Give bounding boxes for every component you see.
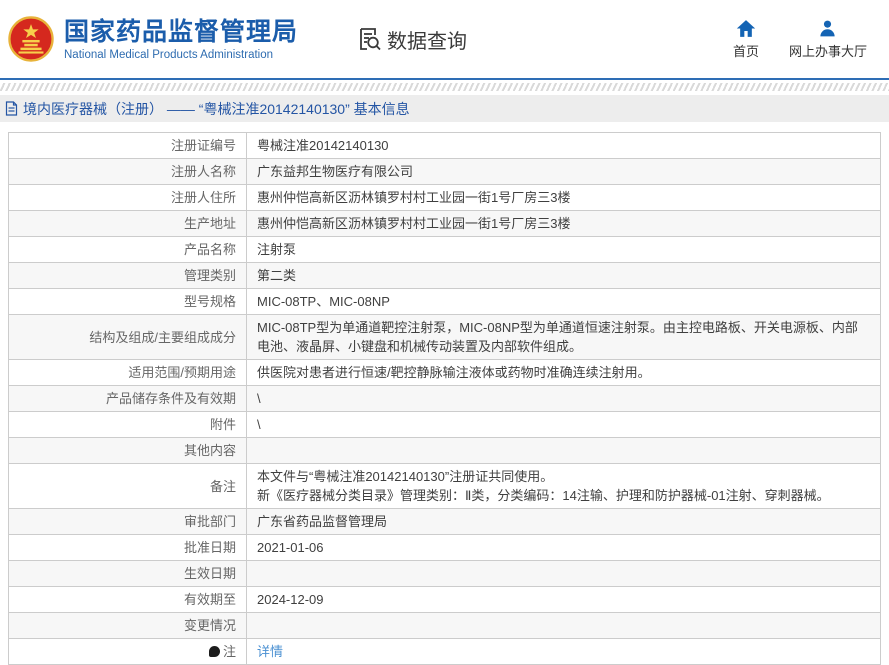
note-dot-icon: [209, 646, 220, 657]
nav-service-hall[interactable]: 网上办事大厅: [789, 19, 867, 60]
table-row: 生产地址 惠州仲恺高新区沥林镇罗村村工业园一街1号厂房三3楼: [9, 211, 881, 237]
site-header: 国家药品监督管理局 National Medical Products Admi…: [0, 0, 889, 78]
breadcrumb: 境内医疗器械（注册） —— “粤械注准20142140130” 基本信息: [0, 95, 889, 122]
row-label: 管理类别: [9, 263, 247, 289]
row-label: 生产地址: [9, 211, 247, 237]
row-label: 有效期至: [9, 587, 247, 613]
table-row: 变更情况: [9, 613, 881, 639]
row-label: 产品储存条件及有效期: [9, 386, 247, 412]
row-label: 型号规格: [9, 289, 247, 315]
row-value: 惠州仲恺高新区沥林镇罗村村工业园一街1号厂房三3楼: [247, 185, 881, 211]
table-row: 备注 本文件与“粤械注准20142140130”注册证共同使用。新《医疗器械分类…: [9, 464, 881, 509]
row-label: 变更情况: [9, 613, 247, 639]
table-row: 其他内容: [9, 438, 881, 464]
row-value: 本文件与“粤械注准20142140130”注册证共同使用。新《医疗器械分类目录》…: [247, 464, 881, 509]
row-label: 审批部门: [9, 509, 247, 535]
row-value: 供医院对患者进行恒速/靶控静脉输注液体或药物时准确连续注射用。: [247, 360, 881, 386]
row-value: 广东省药品监督管理局: [247, 509, 881, 535]
table-row: 管理类别 第二类: [9, 263, 881, 289]
data-query-label: 数据查询: [387, 25, 467, 54]
row-label: 适用范围/预期用途: [9, 360, 247, 386]
table-row: 注册人名称 广东益邦生物医疗有限公司: [9, 159, 881, 185]
row-value: [247, 438, 881, 464]
row-label: 结构及组成/主要组成成分: [9, 315, 247, 360]
table-row: 生效日期: [9, 561, 881, 587]
row-value: MIC-08TP、MIC-08NP: [247, 289, 881, 315]
row-label: 注: [9, 639, 247, 665]
row-label: 批准日期: [9, 535, 247, 561]
table-row: 注册证编号 粤械注准20142140130: [9, 133, 881, 159]
site-logo[interactable]: 国家药品监督管理局 National Medical Products Admi…: [8, 16, 298, 62]
table-row: 型号规格 MIC-08TP、MIC-08NP: [9, 289, 881, 315]
table-row: 产品储存条件及有效期 \: [9, 386, 881, 412]
table-row: 适用范围/预期用途 供医院对患者进行恒速/靶控静脉输注液体或药物时准确连续注射用…: [9, 360, 881, 386]
table-row: 产品名称 注射泵: [9, 237, 881, 263]
row-label: 注册证编号: [9, 133, 247, 159]
table-row: 附件 \: [9, 412, 881, 438]
row-value: \: [247, 412, 881, 438]
site-logo-text: 国家药品监督管理局 National Medical Products Admi…: [64, 17, 298, 61]
breadcrumb-text: 境内医疗器械（注册） —— “粤械注准20142140130” 基本信息: [23, 99, 410, 119]
row-label: 其他内容: [9, 438, 247, 464]
row-value: 广东益邦生物医疗有限公司: [247, 159, 881, 185]
doc-search-icon: [356, 26, 382, 52]
row-value: \: [247, 386, 881, 412]
row-label: 产品名称: [9, 237, 247, 263]
site-title: 国家药品监督管理局: [64, 17, 298, 47]
row-label: 附件: [9, 412, 247, 438]
row-value-line: 新《医疗器械分类目录》管理类别：Ⅱ类，分类编码：14注输、护理和防护器械-01注…: [257, 486, 870, 505]
row-label: 注册人名称: [9, 159, 247, 185]
table-row: 结构及组成/主要组成成分 MIC-08TP型为单通道靶控注射泵，MIC-08NP…: [9, 315, 881, 360]
page-icon: [5, 101, 18, 116]
row-label: 备注: [9, 464, 247, 509]
row-value: [247, 613, 881, 639]
row-value: 详情: [247, 639, 881, 665]
national-emblem-icon: [8, 16, 54, 62]
row-label: 生效日期: [9, 561, 247, 587]
striped-band: [0, 83, 889, 91]
header-divider: [0, 78, 889, 80]
table-row: 有效期至 2024-12-09: [9, 587, 881, 613]
data-query-section[interactable]: 数据查询: [356, 25, 467, 54]
nav-home[interactable]: 首页: [733, 19, 759, 60]
row-value: 2021-01-06: [247, 535, 881, 561]
home-icon: [736, 19, 756, 38]
header-nav: 首页 网上办事大厅: [733, 19, 889, 60]
site-subtitle: National Medical Products Administration: [64, 49, 298, 61]
registration-info-table: 注册证编号 粤械注准20142140130 注册人名称 广东益邦生物医疗有限公司…: [8, 132, 881, 665]
row-label: 注册人住所: [9, 185, 247, 211]
row-value: 注射泵: [247, 237, 881, 263]
row-value: 粤械注准20142140130: [247, 133, 881, 159]
table-row: 注 详情: [9, 639, 881, 665]
row-value-line: 本文件与“粤械注准20142140130”注册证共同使用。: [257, 467, 870, 486]
user-icon: [818, 19, 837, 38]
detail-link[interactable]: 详情: [257, 644, 283, 659]
row-value: 2024-12-09: [247, 587, 881, 613]
info-table-body: 注册证编号 粤械注准20142140130 注册人名称 广东益邦生物医疗有限公司…: [9, 133, 881, 665]
row-value: 第二类: [247, 263, 881, 289]
table-row: 注册人住所 惠州仲恺高新区沥林镇罗村村工业园一街1号厂房三3楼: [9, 185, 881, 211]
table-row: 审批部门 广东省药品监督管理局: [9, 509, 881, 535]
table-row: 批准日期 2021-01-06: [9, 535, 881, 561]
row-value: [247, 561, 881, 587]
row-value: 惠州仲恺高新区沥林镇罗村村工业园一街1号厂房三3楼: [247, 211, 881, 237]
nav-home-label: 首页: [733, 41, 759, 60]
row-value: MIC-08TP型为单通道靶控注射泵，MIC-08NP型为单通道恒速注射泵。由主…: [247, 315, 881, 360]
nav-service-hall-label: 网上办事大厅: [789, 41, 867, 60]
